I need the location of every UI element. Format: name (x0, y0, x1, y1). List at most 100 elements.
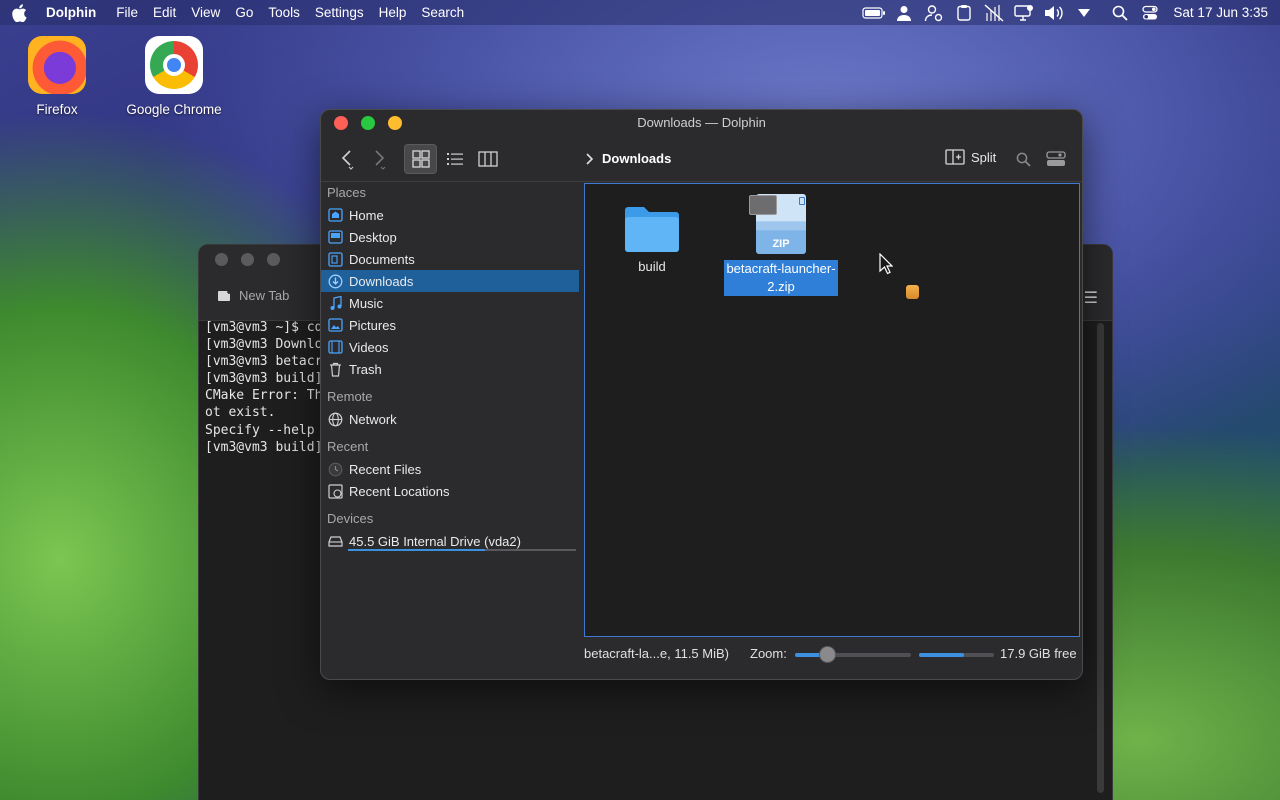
search-icon[interactable] (1105, 0, 1135, 25)
menu-bar: Dolphin File Edit View Go Tools Settings… (0, 0, 1280, 25)
terminal-new-tab-button[interactable]: New Tab (217, 288, 289, 303)
file-item-build[interactable]: build (610, 202, 694, 276)
desktop-icon-firefox[interactable]: Firefox (2, 36, 112, 117)
sidebar-item-recent-locations[interactable]: Recent Locations (321, 480, 583, 502)
clock[interactable]: Sat 17 Jun 3:35 (1173, 5, 1268, 20)
terminal-window-controls (215, 253, 280, 266)
columns-view-button[interactable] (474, 144, 502, 174)
selection-info: betacraft-la...e, 11.5 MiB) (584, 646, 729, 661)
folder-icon (625, 207, 679, 252)
trash-icon (328, 362, 343, 377)
remote-section-title: Remote (327, 389, 373, 404)
apple-menu-icon[interactable] (0, 0, 38, 25)
zoom-slider[interactable] (795, 653, 911, 657)
user-settings-icon[interactable] (919, 0, 949, 25)
sidebar-item-label: Videos (349, 339, 389, 355)
icons-view-button[interactable] (404, 144, 437, 174)
terminal-line: [vm3@vm3 build] (205, 439, 323, 455)
terminal-output[interactable]: [vm3@vm3 ~]$ cd [vm3@vm3 Downlo [vm3@vm3… (199, 319, 322, 456)
desktop-icon-label: Google Chrome (126, 102, 222, 117)
battery-icon[interactable] (859, 0, 889, 25)
sidebar-item-music[interactable]: Music (321, 292, 583, 314)
file-name: betacraft-launcher- 2.zip (724, 260, 838, 296)
file-item-betacraft-zip[interactable]: ZIP betacraft-launcher- 2.zip (719, 192, 843, 296)
sidebar-item-documents[interactable]: Documents (321, 248, 583, 270)
places-section-title: Places (327, 185, 367, 200)
breadcrumb-current[interactable]: Downloads (602, 151, 671, 166)
drive-usage-fill (348, 549, 485, 551)
chevron-right-icon (586, 152, 594, 165)
chrome-icon (145, 36, 203, 94)
control-center-icon[interactable] (1135, 0, 1165, 25)
display-icon[interactable] (1009, 0, 1039, 25)
back-button[interactable] (333, 144, 361, 174)
sidebar-item-home[interactable]: Home (321, 204, 583, 226)
devices-section-title: Devices (327, 511, 374, 526)
menu-search[interactable]: Search (421, 5, 464, 20)
forward-button[interactable] (365, 144, 393, 174)
network-off-icon[interactable] (979, 0, 1009, 25)
terminal-scrollbar[interactable] (1097, 323, 1104, 793)
drag-indicator-icon (906, 285, 919, 299)
menu-file[interactable]: File (116, 5, 138, 20)
terminal-line: [vm3@vm3 ~]$ cd (205, 320, 323, 335)
recent-files-icon (328, 462, 343, 477)
sidebar-item-label: Network (349, 411, 397, 427)
desktop-icon-label: Firefox (36, 102, 78, 117)
window-title: Downloads — Dolphin (637, 115, 766, 130)
zoom-slider-handle[interactable] (818, 646, 836, 663)
status-bar: betacraft-la...e, 11.5 MiB) Zoom: 17.9 G… (584, 645, 1080, 665)
dolphin-titlebar[interactable]: Downloads — Dolphin (321, 110, 1082, 138)
sidebar-item-recent-files[interactable]: Recent Files (321, 458, 583, 480)
app-name[interactable]: Dolphin (46, 5, 96, 20)
documents-icon (328, 251, 343, 267)
recent-locations-icon (328, 483, 343, 499)
menu-edit[interactable]: Edit (153, 5, 176, 20)
file-view[interactable]: build ZIP betacraft-launcher- 2.zip (584, 183, 1080, 637)
terminal-minimize-button[interactable] (241, 253, 254, 266)
breadcrumb[interactable]: Downloads (586, 151, 671, 166)
terminal-line: ot exist. (205, 405, 276, 421)
sidebar-item-desktop[interactable]: Desktop (321, 226, 583, 248)
network-icon (328, 412, 343, 427)
volume-icon[interactable] (1039, 0, 1069, 25)
chevron-down-icon[interactable] (1069, 0, 1099, 25)
sidebar-item-label: Trash (349, 361, 382, 377)
menu-settings[interactable]: Settings (315, 5, 364, 20)
sidebar-item-label: Home (349, 207, 384, 223)
sidebar-item-network[interactable]: Network (321, 408, 583, 430)
menu-tools[interactable]: Tools (268, 5, 300, 20)
menu-help[interactable]: Help (379, 5, 407, 20)
file-name-line: 2.zip (767, 279, 795, 294)
sidebar-item-label: Music (349, 295, 383, 311)
terminal-line: [vm3@vm3 Downlo (205, 337, 323, 353)
drive-icon (328, 534, 343, 549)
terminal-line: [vm3@vm3 betacr (205, 354, 323, 370)
menu-view[interactable]: View (191, 5, 220, 20)
user-icon[interactable] (889, 0, 919, 25)
sidebar-item-label: Pictures (349, 317, 396, 333)
sidebar-item-downloads[interactable]: Downloads (321, 270, 579, 292)
clipboard-icon[interactable] (949, 0, 979, 25)
terminal-line: [vm3@vm3 build] (205, 371, 323, 387)
sidebar-item-pictures[interactable]: Pictures (321, 314, 583, 336)
terminal-zoom-button[interactable] (267, 253, 280, 266)
file-name-line: betacraft-launcher- (726, 261, 836, 276)
recent-section-title: Recent (327, 439, 369, 454)
toolbar: Downloads Split (321, 138, 1082, 182)
desktop-icon-chrome[interactable]: Google Chrome (119, 36, 229, 117)
hamburger-menu-button[interactable] (1043, 144, 1069, 174)
terminal-menu-icon[interactable]: ☰ (1084, 288, 1098, 308)
file-name: build (638, 259, 666, 274)
menu-go[interactable]: Go (235, 5, 253, 20)
sidebar-item-label: Recent Files (349, 461, 422, 477)
firefox-icon (28, 36, 86, 94)
sidebar-item-trash[interactable]: Trash (321, 358, 583, 380)
sidebar-item-videos[interactable]: Videos (321, 336, 583, 358)
terminal-close-button[interactable] (215, 253, 228, 266)
drive-usage-bar (348, 549, 576, 551)
search-button[interactable] (1011, 144, 1035, 174)
details-view-button[interactable] (441, 144, 469, 174)
columns-icon (478, 151, 498, 167)
split-button[interactable]: Split (945, 149, 996, 165)
